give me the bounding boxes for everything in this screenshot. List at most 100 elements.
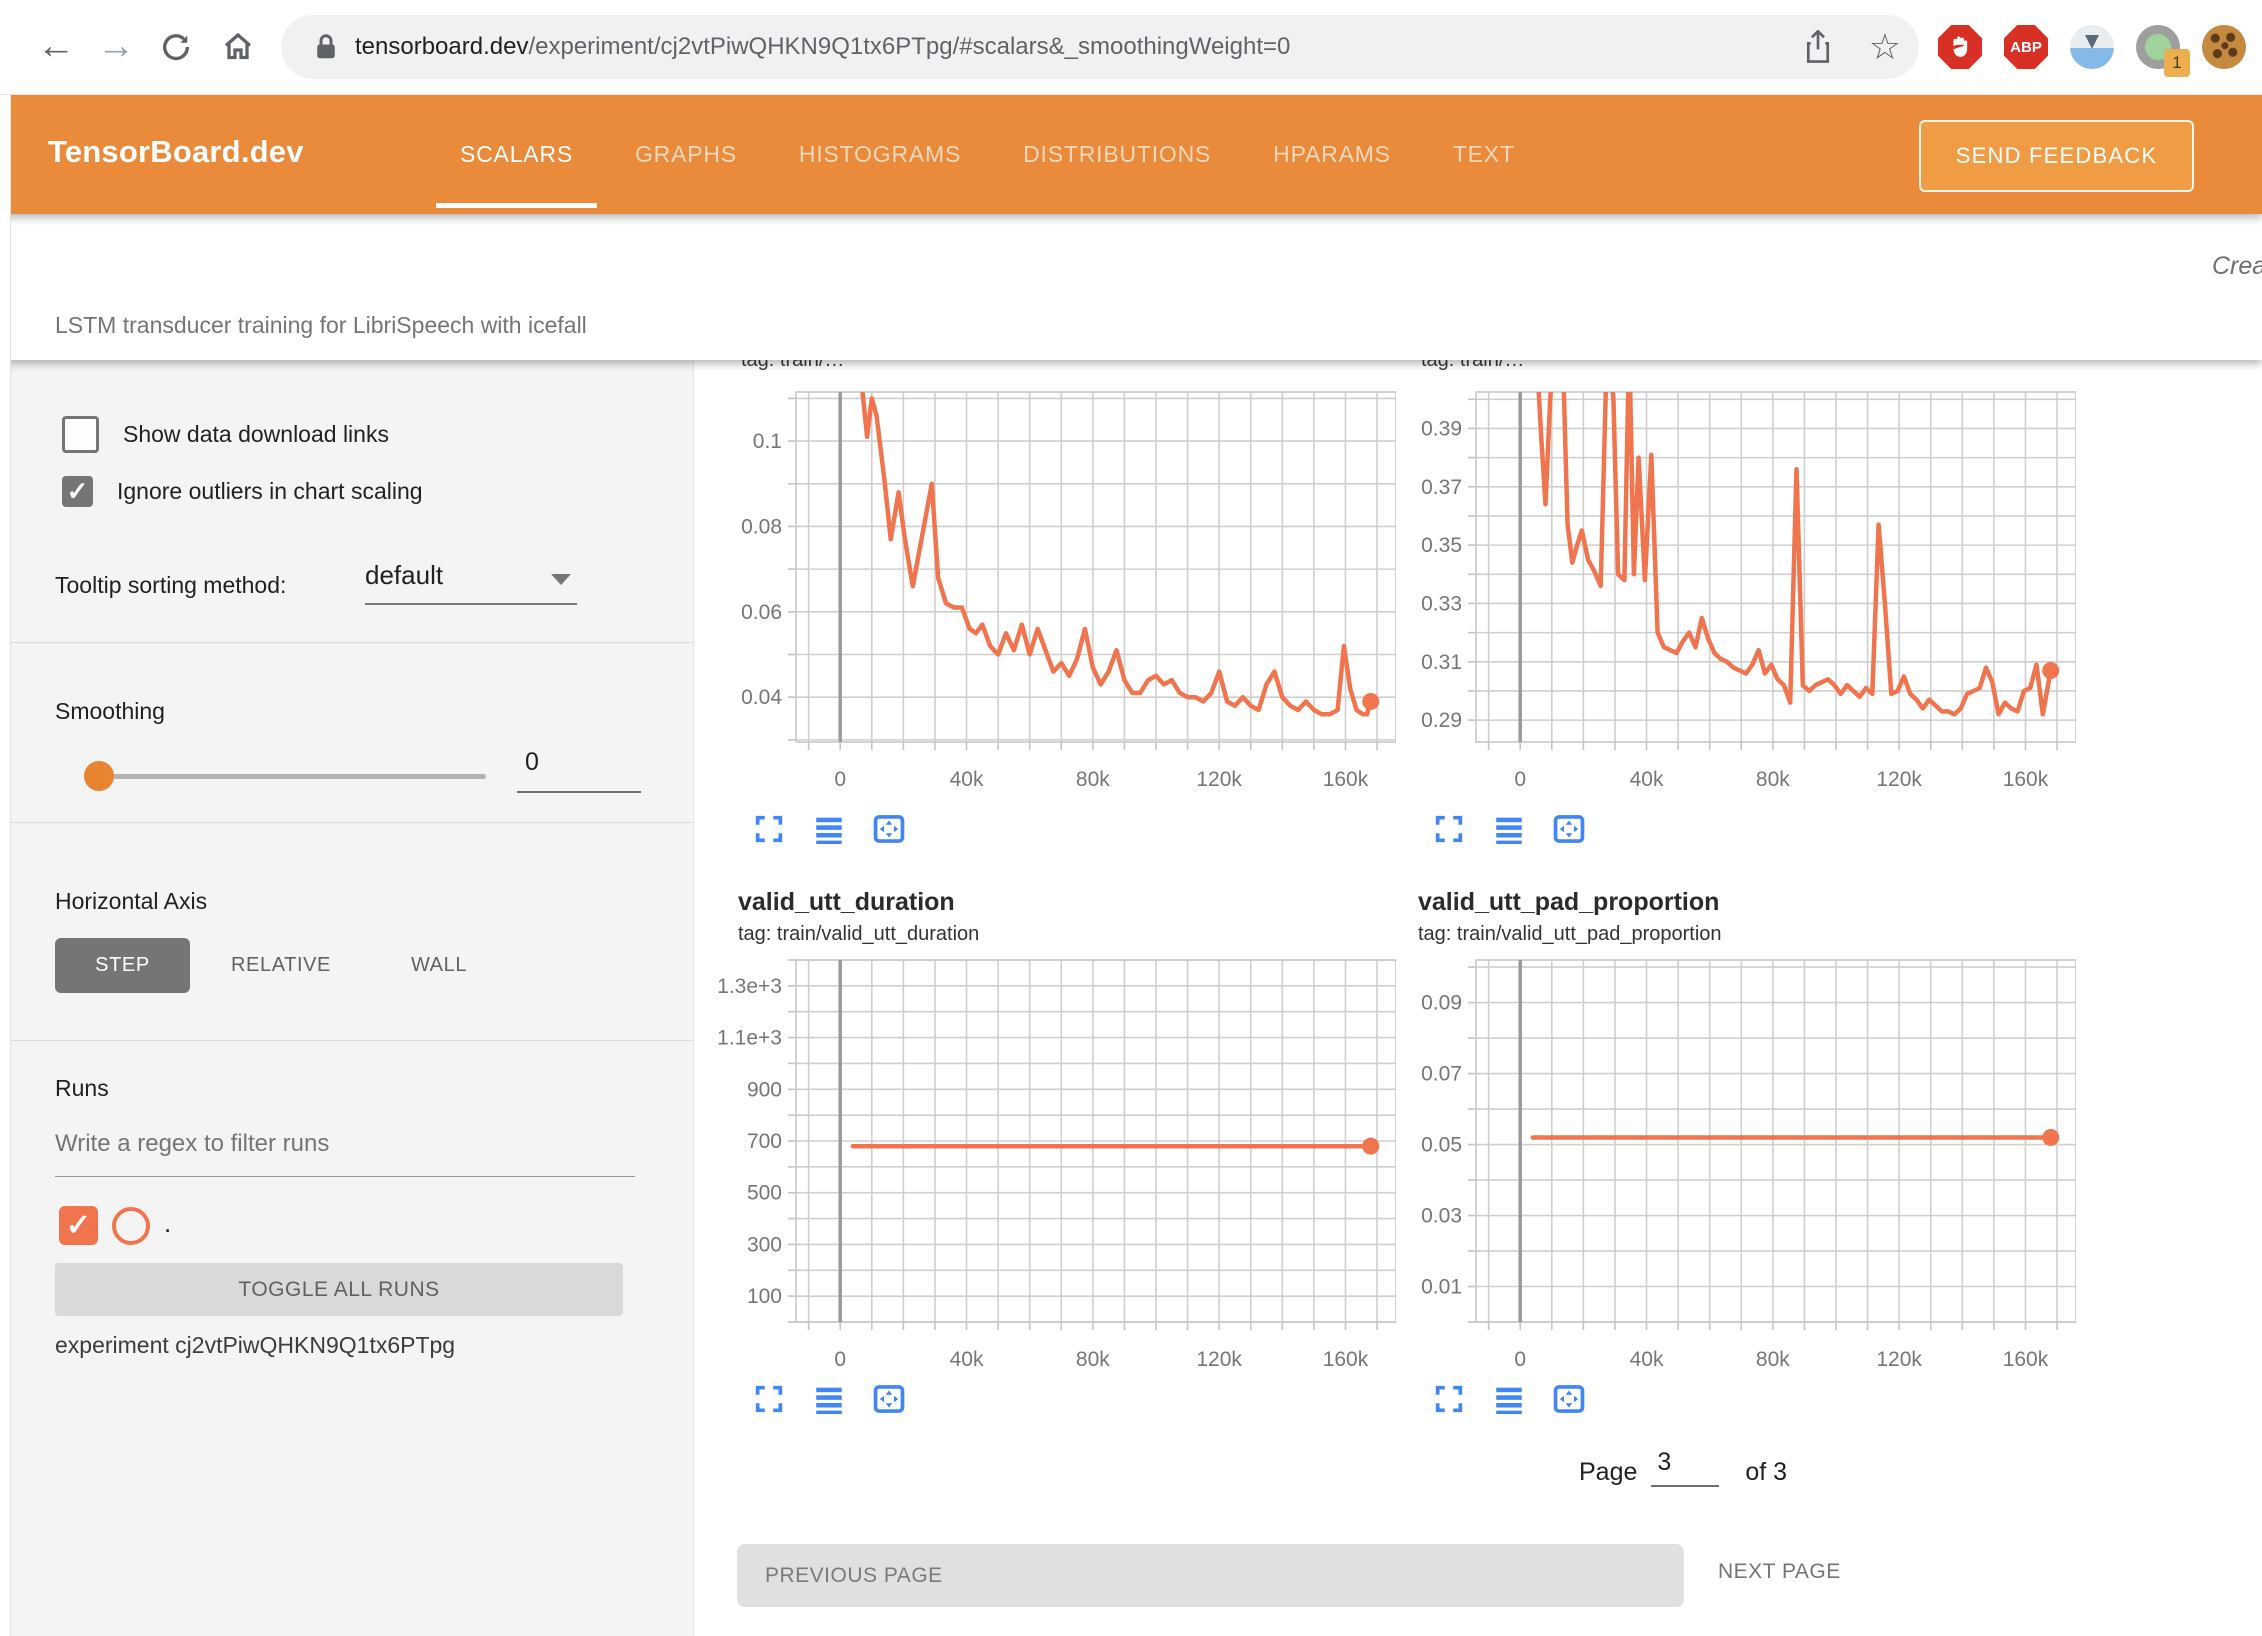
expand-chart-icon[interactable]	[752, 812, 786, 846]
svg-text:0: 0	[834, 1348, 846, 1371]
send-feedback-button[interactable]: SEND FEEDBACK	[1919, 120, 2194, 192]
scalar-chart[interactable]: 040k80k120k160k1003005007009001.1e+31.3e…	[716, 954, 1396, 1376]
log-scale-icon[interactable]	[1492, 1382, 1526, 1416]
svg-text:0.06: 0.06	[741, 601, 782, 624]
scalar-chart[interactable]: 040k80k120k160k0.010.030.050.070.09	[1396, 954, 2076, 1376]
scalar-chart[interactable]: 040k80k120k160k0.290.310.330.350.370.39	[1396, 386, 2076, 801]
svg-text:1.3e+3: 1.3e+3	[717, 975, 782, 998]
reload-icon[interactable]	[150, 20, 202, 78]
show-download-links-row[interactable]: Show data download links	[62, 416, 389, 453]
log-scale-icon[interactable]	[812, 1382, 846, 1416]
expand-chart-icon[interactable]	[1432, 1382, 1466, 1416]
svg-text:0.29: 0.29	[1421, 709, 1462, 732]
forward-icon[interactable]: →	[90, 20, 142, 72]
run-color-swatch[interactable]	[112, 1207, 150, 1245]
smoothing-value-input[interactable]: 0	[517, 748, 641, 793]
tab-text[interactable]: TEXT	[1447, 94, 1521, 214]
tooltip-sorting-label: Tooltip sorting method:	[55, 572, 286, 599]
share-icon[interactable]	[1803, 30, 1833, 64]
run-checkbox[interactable]: ✓	[59, 1206, 98, 1245]
runs-label: Runs	[55, 1075, 109, 1102]
svg-text:160k: 160k	[1323, 768, 1369, 791]
checkbox-unchecked-icon[interactable]	[62, 416, 99, 453]
axis-button-wall[interactable]: WALL	[401, 938, 477, 993]
pagination: Page 3 of 3	[1579, 1448, 1787, 1487]
svg-text:120k: 120k	[1196, 1348, 1242, 1371]
log-scale-icon[interactable]	[1492, 812, 1526, 846]
smoothing-slider-thumb[interactable]	[84, 761, 114, 791]
svg-text:0.01: 0.01	[1421, 1276, 1462, 1299]
svg-text:0: 0	[834, 768, 846, 791]
expand-chart-icon[interactable]	[1432, 812, 1466, 846]
tab-graphs[interactable]: GRAPHS	[629, 94, 743, 214]
chart-tag-clipped: tag: train/…	[741, 360, 844, 373]
tab-histograms[interactable]: HISTOGRAMS	[793, 94, 967, 214]
svg-text:0.37: 0.37	[1421, 476, 1462, 499]
axis-button-step[interactable]: STEP	[55, 938, 190, 993]
window-edge-gutter	[0, 60, 11, 1636]
svg-text:0.31: 0.31	[1421, 651, 1462, 674]
svg-text:700: 700	[747, 1130, 782, 1153]
svg-text:0.08: 0.08	[741, 515, 782, 538]
chart-card: tag: train/… 040k80k120k160k0.040.060.08…	[716, 360, 1396, 860]
home-icon[interactable]	[212, 20, 264, 79]
checkbox-checked-icon[interactable]: ✓	[62, 476, 93, 507]
svg-text:80k: 80k	[1756, 1348, 1790, 1371]
extension-icon[interactable]	[2070, 25, 2114, 69]
svg-text:1.1e+3: 1.1e+3	[717, 1027, 782, 1050]
fit-domain-icon[interactable]	[872, 1382, 906, 1416]
svg-text:0: 0	[1514, 768, 1526, 791]
previous-page-button[interactable]: PREVIOUS PAGE	[737, 1544, 1684, 1607]
tab-hparams[interactable]: HPARAMS	[1267, 94, 1397, 214]
svg-text:0.03: 0.03	[1421, 1205, 1462, 1228]
abp-extension-icon[interactable]: ABP	[2004, 25, 2048, 69]
svg-text:80k: 80k	[1076, 768, 1110, 791]
svg-text:0.1: 0.1	[753, 430, 782, 453]
fit-domain-icon[interactable]	[1552, 1382, 1586, 1416]
svg-text:40k: 40k	[1630, 768, 1664, 791]
svg-text:120k: 120k	[1196, 768, 1242, 791]
svg-text:300: 300	[747, 1233, 782, 1256]
runs-regex-input[interactable]: Write a regex to filter runs	[55, 1130, 635, 1177]
ignore-outliers-row[interactable]: ✓ Ignore outliers in chart scaling	[62, 476, 423, 507]
smoothing-slider[interactable]	[88, 774, 486, 779]
experiment-subtitle: LSTM transducer training for LibriSpeech…	[55, 312, 587, 339]
svg-text:0.35: 0.35	[1421, 534, 1462, 557]
extension-badge: 1	[2164, 49, 2190, 77]
svg-text:100: 100	[747, 1285, 782, 1308]
url-bar[interactable]: tensorboard.dev/experiment/cj2vtPiwQHKN9…	[281, 15, 1919, 79]
page-number-input[interactable]: 3	[1651, 1448, 1719, 1487]
svg-text:0.39: 0.39	[1421, 417, 1462, 440]
svg-text:160k: 160k	[2003, 768, 2049, 791]
scalar-chart[interactable]: 040k80k120k160k0.040.060.080.1	[716, 386, 1396, 801]
axis-button-relative[interactable]: RELATIVE	[222, 938, 340, 993]
cookie-extension-icon[interactable]	[2202, 25, 2246, 69]
tab-distributions[interactable]: DISTRIBUTIONS	[1017, 94, 1217, 214]
chart-tag-clipped: tag: train/…	[1421, 360, 1524, 373]
chart-title: valid_utt_pad_proportion	[1418, 888, 2076, 917]
adblock-extension-icon[interactable]	[1938, 25, 1982, 69]
fit-domain-icon[interactable]	[1552, 812, 1586, 846]
chart-tag: tag: train/valid_utt_duration	[738, 923, 1396, 946]
tooltip-sorting-dropdown[interactable]: default	[365, 560, 577, 605]
app-logo[interactable]: TensorBoard.dev	[48, 134, 304, 170]
svg-text:0.05: 0.05	[1421, 1134, 1462, 1157]
extension-with-badge-icon[interactable]: 1	[2136, 25, 2180, 69]
chart-actions	[1432, 1382, 1586, 1416]
expand-chart-icon[interactable]	[752, 1382, 786, 1416]
svg-text:500: 500	[747, 1182, 782, 1205]
toggle-all-runs-button[interactable]: TOGGLE ALL RUNS	[55, 1263, 623, 1316]
settings-sidebar: Show data download links ✓ Ignore outlie…	[0, 360, 694, 1636]
chart-card: valid_utt_pad_proportion tag: train/vali…	[1396, 888, 2076, 1448]
fit-domain-icon[interactable]	[872, 812, 906, 846]
log-scale-icon[interactable]	[812, 812, 846, 846]
back-icon[interactable]: ←	[30, 20, 82, 72]
bookmark-star-icon[interactable]: ☆	[1869, 32, 1901, 62]
experiment-id-label: experiment cj2vtPiwQHKN9Q1tx6PTpg	[55, 1332, 455, 1359]
smoothing-label: Smoothing	[55, 698, 165, 725]
chart-title: valid_utt_duration	[738, 888, 1396, 917]
url-text: tensorboard.dev/experiment/cj2vtPiwQHKN9…	[355, 33, 1290, 61]
horizontal-axis-label: Horizontal Axis	[55, 888, 207, 915]
next-page-button[interactable]: NEXT PAGE	[1718, 1560, 1841, 1584]
tab-scalars[interactable]: SCALARS	[454, 94, 579, 214]
